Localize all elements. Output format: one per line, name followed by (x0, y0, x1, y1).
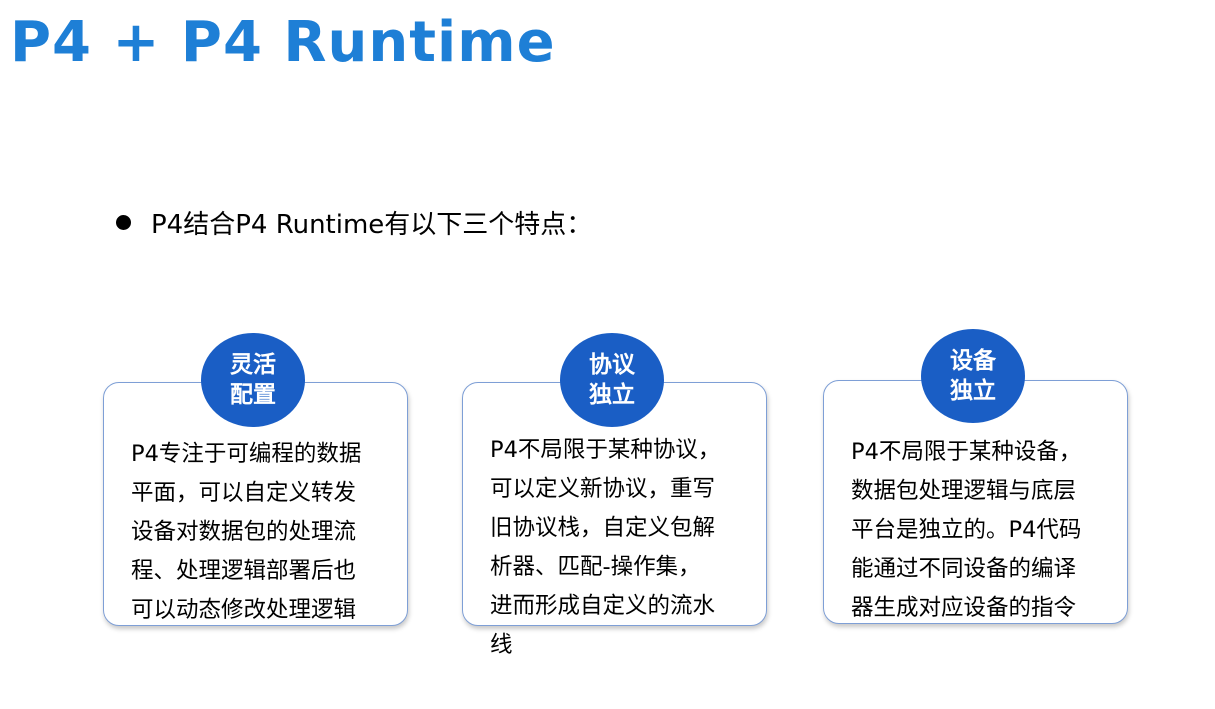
intro-bullet: P4结合P4 Runtime有以下三个特点： (116, 202, 592, 242)
feature-card-text: P4不局限于某种设备， 数据包处理逻辑与底层 平台是独立的。P4代码 能通过不同… (851, 439, 1082, 621)
page-title: P4 + P4 Runtime (10, 10, 556, 75)
feature-badge-protocol-independent: 协议 独立 (560, 333, 664, 427)
intro-text: P4结合P4 Runtime有以下三个特点： (151, 209, 593, 240)
bullet-dot-icon (116, 214, 131, 230)
feature-badge-device-independent: 设备 独立 (921, 329, 1025, 423)
feature-card-text: P4专注于可编程的数据 平面，可以自定义转发 设备对数据包的处理流 程、处理逻辑… (131, 441, 362, 623)
feature-badge-flexible-config: 灵活 配置 (201, 333, 305, 427)
feature-card-text: P4不局限于某种协议， 可以定义新协议，重写 旧协议栈，自定义包解 析器、匹配-… (490, 437, 721, 658)
